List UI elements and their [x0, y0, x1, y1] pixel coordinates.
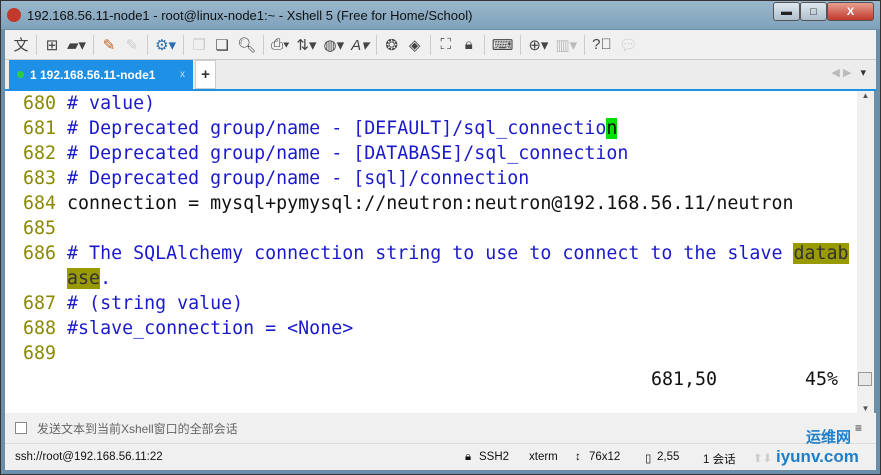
xshell-app-icon	[7, 8, 21, 22]
line-number: 688	[23, 318, 57, 339]
line-number: 686	[23, 243, 57, 264]
send-all-checkbox[interactable]	[15, 422, 27, 434]
line-number: 687	[23, 293, 57, 314]
line-text: # Deprecated group/name - [DATABASE]/sql…	[67, 143, 629, 164]
terminal-line: 684 connection = mysql+pymysql://neutron…	[23, 191, 857, 216]
chat-icon[interactable]: 💬︎	[619, 36, 638, 54]
terminal-output[interactable]: 680 # value) 681 # Deprecated group/name …	[5, 91, 857, 413]
tab-bar: 1 192.168.56.11-node1 x + ◀ ▶ ▾	[5, 60, 876, 89]
line-text: #slave_connection = <None>	[67, 318, 354, 339]
compose-placeholder: 发送文本到当前Xshell窗口的全部会话	[37, 421, 238, 436]
line-number: 680	[23, 93, 57, 114]
line-text: .	[100, 268, 112, 289]
terminal-line: 687 # (string value)	[23, 291, 857, 316]
vim-status-line: 681,50 45%	[5, 367, 857, 392]
cursor-pos-status: 2,55	[657, 451, 680, 463]
tab-label: 1 192.168.56.11-node1	[30, 67, 156, 82]
find-icon[interactable]: 🔍︎	[237, 36, 256, 54]
tab-session-1[interactable]: 1 192.168.56.11-node1 x	[9, 60, 193, 89]
maximize-button[interactable]: □	[800, 2, 827, 21]
title-bar: 192.168.56.11-node1 - root@linux-node1:~…	[1, 1, 880, 29]
line-text: # The SQLAlchemy connection string to us…	[67, 243, 794, 264]
session-count: 1 会话	[703, 454, 736, 466]
line-text: connection = mysql+pymysql://neutron:neu…	[67, 193, 794, 214]
fullscreen-icon[interactable]: ⛶	[438, 36, 454, 53]
lock-status-icon: 🔒︎	[465, 451, 472, 463]
watermark-logo: 运维网 iyunv.com	[776, 429, 859, 466]
terminal-line: 685	[23, 216, 857, 241]
new-session-icon[interactable]: ⊞	[44, 36, 60, 54]
help-icon[interactable]: ?⃝	[592, 36, 612, 53]
layout-icon[interactable]: ▥▾	[555, 36, 577, 54]
connect-icon[interactable]: ✎	[101, 36, 117, 54]
terminal-line: 689	[23, 341, 857, 366]
language-button[interactable]: 文	[13, 34, 29, 55]
tab-close-button[interactable]: x	[180, 69, 185, 80]
line-text: # (string value)	[67, 293, 244, 314]
toolbar: 文 ⊞ ▰▾ ✎ ✎ ⚙▾ ❐ ❏ 🔍︎ ⎙▾ ⇅▾ ◍▾ A▾ ❂ ◈ ⛶ 🔒…	[5, 30, 876, 60]
terminal-line: 686 # The SQLAlchemy connection string t…	[23, 241, 857, 266]
line-text: # Deprecated group/name - [sql]/connecti…	[67, 168, 530, 189]
line-text: # Deprecated group/name - [DEFAULT]/sql_…	[67, 118, 607, 139]
close-button[interactable]: X	[827, 2, 874, 21]
resize-icon: ↕	[575, 451, 581, 463]
xftp-icon[interactable]: ❂	[384, 36, 400, 54]
window-title: 192.168.56.11-node1 - root@linux-node1:~…	[27, 7, 473, 23]
vertical-scrollbar[interactable]: ▲ ▼	[857, 91, 874, 413]
search-highlight: ase	[67, 268, 101, 289]
line-number: 683	[23, 168, 57, 189]
terminal-line: 681 # Deprecated group/name - [DEFAULT]/…	[23, 116, 857, 141]
line-number: 685	[23, 218, 57, 239]
line-number: 684	[23, 193, 57, 214]
connected-status-icon	[17, 71, 24, 78]
terminal-line: ase.	[23, 266, 857, 291]
connection-address: ssh://root@192.168.56.11:22	[15, 451, 163, 463]
scroll-down-icon[interactable]: ▼	[857, 404, 874, 413]
cursor: n	[606, 118, 618, 139]
copy-icon[interactable]: ❐	[191, 36, 207, 54]
terminal-type: xterm	[529, 451, 558, 463]
scroll-percent: 45%	[805, 369, 839, 390]
properties-icon[interactable]: ⚙▾	[155, 36, 176, 54]
terminal-line: 688 #slave_connection = <None>	[23, 316, 857, 341]
xshell-window: 192.168.56.11-node1 - root@linux-node1:~…	[0, 0, 881, 475]
transfer-icon[interactable]: ⇅▾	[296, 36, 316, 54]
tab-scroll-arrows[interactable]: ◀ ▶ ▾	[831, 66, 866, 79]
compose-bar[interactable]: 发送文本到当前Xshell窗口的全部会话 ≡	[5, 413, 876, 443]
search-highlight: datab	[793, 243, 849, 264]
terminal-size: 76x12	[589, 451, 621, 463]
open-folder-icon[interactable]: ▰▾	[67, 36, 86, 54]
line-number: 681	[23, 118, 57, 139]
paste-icon[interactable]: ❏	[214, 36, 230, 54]
line-number	[23, 268, 56, 289]
cursor-icon: ▯	[645, 453, 652, 465]
protocol: SSH2	[479, 451, 510, 463]
scroll-thumb[interactable]	[858, 372, 872, 386]
font-icon[interactable]: A▾	[351, 36, 369, 54]
scroll-up-icon[interactable]: ▲	[857, 91, 874, 100]
status-bar: ssh://root@192.168.56.11:22 🔒︎ SSH2 xter…	[5, 443, 876, 470]
upload-arrows-icon: ⬆⬇	[753, 453, 773, 465]
xmanager-icon[interactable]: ◈	[407, 36, 423, 54]
add-tab-button[interactable]: +	[195, 60, 216, 89]
minimize-button[interactable]: ▬	[773, 2, 800, 21]
cursor-position: 681,50	[651, 369, 718, 390]
terminal-line: 683 # Deprecated group/name - [sql]/conn…	[23, 166, 857, 191]
globe-icon[interactable]: ◍▾	[324, 36, 345, 54]
line-number: 682	[23, 143, 57, 164]
add-pane-icon[interactable]: ⊕▾	[528, 36, 548, 54]
print-icon[interactable]: ⎙▾	[271, 36, 289, 53]
disconnect-icon[interactable]: ✎	[124, 36, 140, 54]
keyboard-icon[interactable]: ⌨	[492, 36, 514, 54]
line-text: # value)	[67, 93, 156, 114]
terminal-line: 682 # Deprecated group/name - [DATABASE]…	[23, 141, 857, 166]
lock-icon[interactable]: 🔒︎	[461, 36, 477, 53]
line-number: 689	[23, 343, 57, 364]
terminal-line: 680 # value)	[23, 91, 857, 116]
